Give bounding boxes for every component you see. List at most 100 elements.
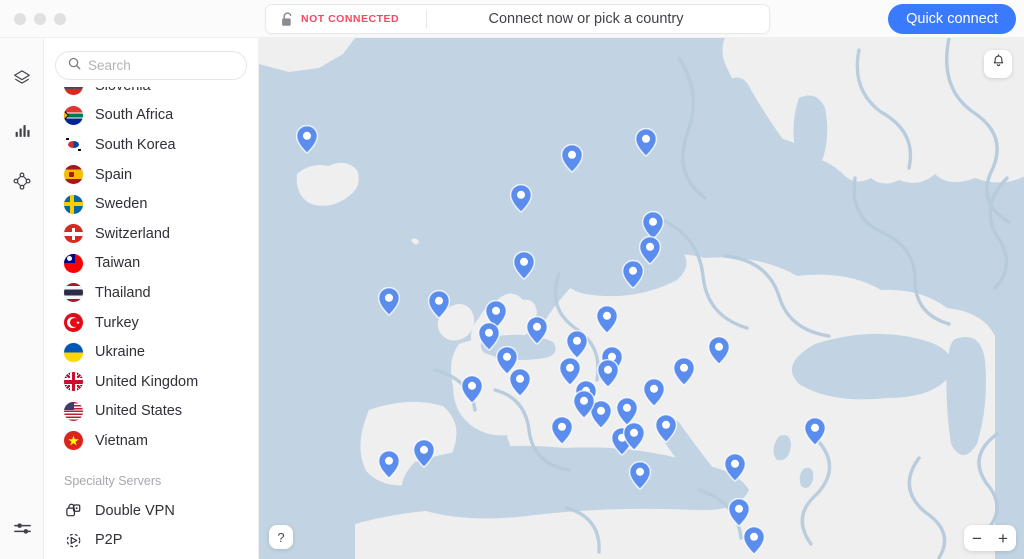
sidebar-item-spain[interactable]: Spain [44, 160, 258, 190]
search-input[interactable] [88, 58, 265, 73]
app-body: Slovenia South Africa South Korea Spain Swed… [0, 38, 1024, 559]
p2p-icon [64, 531, 83, 550]
server-pin[interactable] [507, 367, 533, 401]
specialty-servers-header: Specialty Servers [64, 473, 162, 488]
vpn-app-window: NOT CONNECTED Connect now or pick a coun… [0, 0, 1024, 559]
server-pin[interactable] [802, 416, 828, 450]
country-name: Vietnam [95, 432, 148, 449]
server-pin[interactable] [641, 377, 667, 411]
server-pin[interactable] [620, 259, 646, 293]
country-name: Spain [95, 166, 133, 183]
sidebar-item-vietnam[interactable]: Vietnam [44, 426, 258, 456]
country-list[interactable]: Slovenia South Africa South Korea Spain Swed… [44, 87, 258, 559]
rail-bottom-group [0, 513, 44, 543]
icon-rail [0, 38, 44, 559]
country-name: South Africa [95, 107, 174, 124]
sidebar-item-turkey[interactable]: Turkey [44, 308, 258, 338]
flag-icon-kr [64, 135, 83, 155]
server-pin[interactable] [549, 415, 575, 449]
mesh-network-icon[interactable] [7, 167, 37, 197]
chart-icon[interactable] [7, 115, 37, 145]
specialty-name: P2P [95, 532, 123, 549]
close-button[interactable] [14, 12, 26, 25]
flag-icon-us [64, 401, 83, 421]
country-name: Sweden [95, 196, 148, 213]
notifications-button[interactable] [984, 50, 1012, 78]
country-name: Ukraine [95, 344, 145, 361]
minimize-button[interactable] [34, 12, 46, 25]
server-pin[interactable] [426, 289, 452, 323]
country-name: Thailand [95, 284, 151, 301]
sidebar-item-taiwan[interactable]: Taiwan [44, 249, 258, 279]
world-map[interactable]: ? − + [259, 38, 1024, 559]
flag-icon-ch [64, 224, 83, 244]
sidebar-item-south-africa[interactable]: South Africa [44, 101, 258, 131]
server-pin[interactable] [653, 413, 679, 447]
country-name: United States [95, 403, 183, 420]
server-pin[interactable] [633, 127, 659, 161]
server-pin[interactable] [627, 460, 653, 494]
country-name: United Kingdom [95, 373, 199, 390]
server-pin[interactable] [671, 356, 697, 390]
sidebar-item-switzerland[interactable]: Switzerland [44, 219, 258, 249]
sidebar-item-slovenia[interactable]: Slovenia [44, 87, 258, 101]
sidebar-item-sweden[interactable]: Sweden [44, 189, 258, 219]
server-pin[interactable] [706, 335, 732, 369]
help-button[interactable]: ? [269, 525, 293, 549]
sidebar-item-ukraine[interactable]: Ukraine [44, 337, 258, 367]
country-name: Taiwan [95, 255, 141, 272]
flag-icon-si [64, 87, 83, 96]
search-box[interactable] [55, 51, 265, 80]
layers-icon[interactable] [7, 63, 37, 93]
flag-icon-vn [64, 431, 83, 451]
flag-icon-se [64, 194, 83, 214]
server-pin[interactable] [511, 250, 537, 284]
quick-connect-button[interactable]: Quick connect [888, 4, 1016, 34]
flag-icon-tr [64, 313, 83, 333]
unlocked-padlock-icon [281, 11, 294, 27]
maximize-button[interactable] [54, 12, 66, 25]
country-name: Turkey [95, 314, 139, 331]
country-name: Slovenia [95, 87, 151, 94]
sidebar-item-united-states[interactable]: United States [44, 397, 258, 427]
server-pin[interactable] [621, 421, 647, 455]
sidebar-item-p2p[interactable]: P2P [44, 525, 258, 555]
connection-status-bar[interactable]: NOT CONNECTED Connect now or pick a coun… [265, 4, 770, 34]
double-lock-icon [64, 501, 83, 520]
sidebar-item-double-vpn[interactable]: Double VPN [44, 496, 258, 526]
country-sidebar: Slovenia South Africa South Korea Spain Swed… [44, 38, 265, 559]
specialty-name: Double VPN [95, 502, 175, 519]
server-pin[interactable] [411, 438, 437, 472]
flag-icon-gb [64, 372, 83, 392]
flag-icon-tw [64, 253, 83, 273]
connection-state-group: NOT CONNECTED [266, 11, 426, 27]
flag-icon-th [64, 283, 83, 303]
country-name: Switzerland [95, 225, 170, 242]
zoom-out-button[interactable]: − [964, 525, 990, 551]
server-pin[interactable] [722, 452, 748, 486]
server-pin[interactable] [741, 525, 767, 559]
server-pin[interactable] [294, 124, 320, 158]
zoom-in-button[interactable]: + [990, 525, 1016, 551]
title-bar: NOT CONNECTED Connect now or pick a coun… [0, 0, 1024, 38]
sliders-icon[interactable] [7, 513, 37, 543]
country-name: South Korea [95, 136, 176, 153]
connection-state-label: NOT CONNECTED [301, 13, 400, 25]
bell-icon [991, 54, 1006, 74]
connection-hint-label: Connect now or pick a country [488, 11, 684, 27]
server-pin[interactable] [559, 143, 585, 177]
sidebar-item-united-kingdom[interactable]: United Kingdom [44, 367, 258, 397]
sidebar-item-thailand[interactable]: Thailand [44, 278, 258, 308]
server-pin[interactable] [459, 374, 485, 408]
server-pin[interactable] [376, 449, 402, 483]
search-area [44, 38, 265, 87]
server-pin[interactable] [594, 304, 620, 338]
server-pin[interactable] [524, 315, 550, 349]
window-controls [0, 12, 66, 25]
map-zoom-controls: − + [964, 525, 1016, 551]
flag-icon-ua [64, 342, 83, 362]
sidebar-item-south-korea[interactable]: South Korea [44, 130, 258, 160]
server-pin[interactable] [508, 183, 534, 217]
search-icon [68, 57, 81, 75]
server-pin[interactable] [376, 286, 402, 320]
